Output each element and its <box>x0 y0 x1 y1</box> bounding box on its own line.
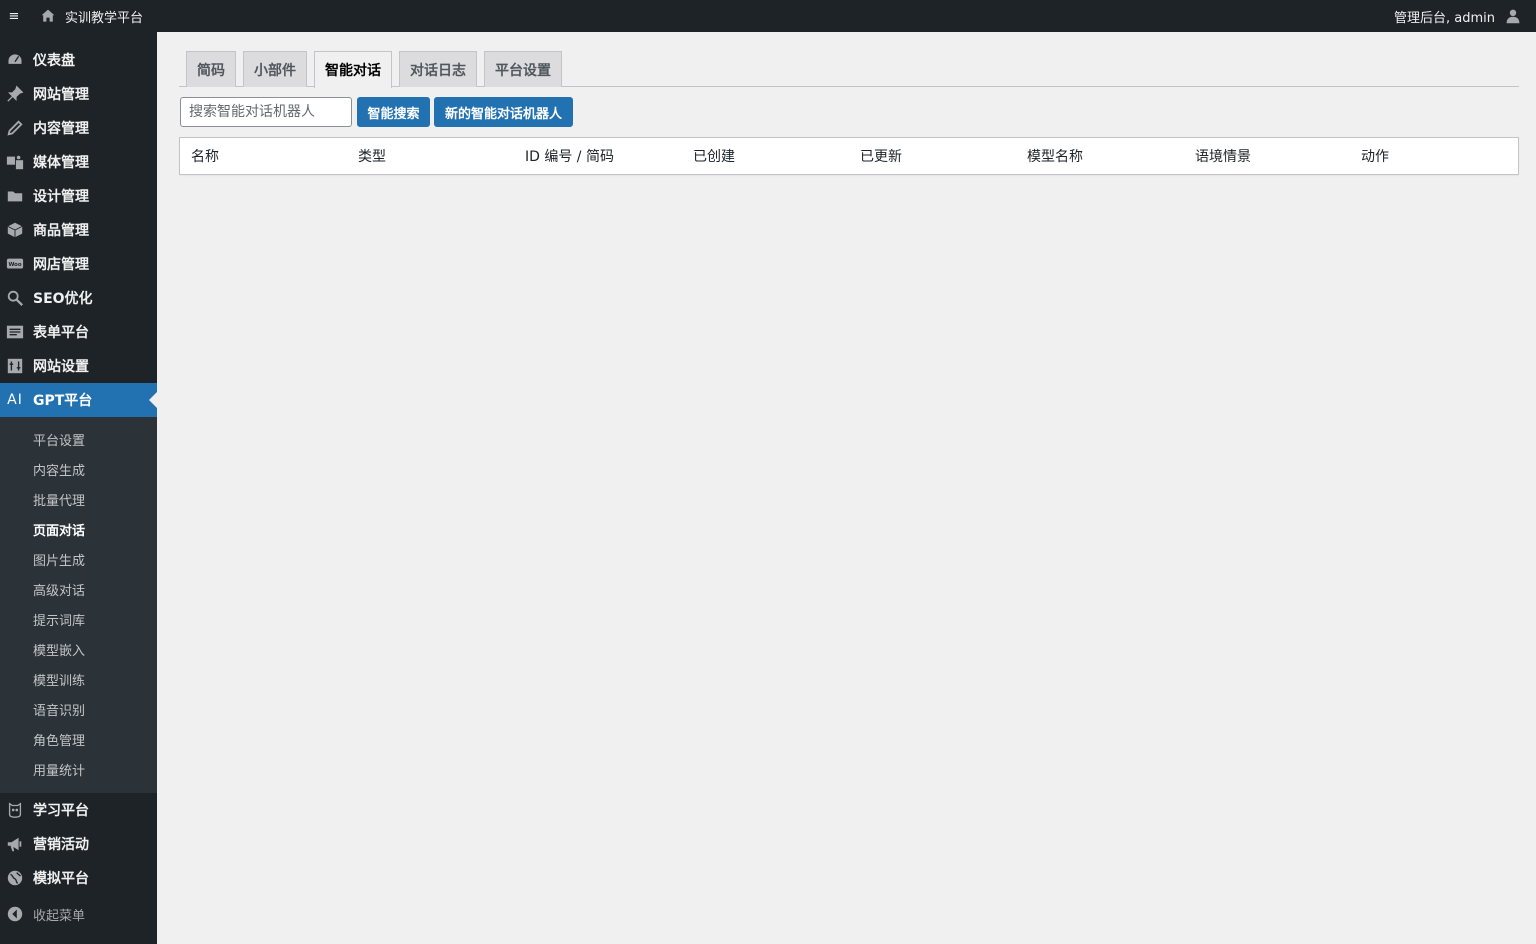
svg-text:Woo: Woo <box>8 262 21 268</box>
submenu-item-model-training[interactable]: 模型训练 <box>0 664 157 694</box>
home-icon[interactable] <box>40 8 56 24</box>
submenu-item-content-generation[interactable]: 内容生成 <box>0 454 157 484</box>
submenu-item-page-chat[interactable]: 页面对话 <box>0 514 157 544</box>
column-header-type[interactable]: 类型 <box>358 138 386 174</box>
sidebar-item-site[interactable]: 网站管理 <box>0 77 157 111</box>
collapse-arrow-icon <box>7 906 23 922</box>
submenu-item-usage-stats[interactable]: 用量统计 <box>0 754 157 784</box>
submenu-item-prompt-library[interactable]: 提示词库 <box>0 604 157 634</box>
submenu-item-platform-settings[interactable]: 平台设置 <box>0 424 157 454</box>
column-header-id-shortcode[interactable]: ID 编号 / 简码 <box>525 138 614 174</box>
new-chatbot-button[interactable]: 新的智能对话机器人 <box>434 97 573 127</box>
chatbot-table: 名称 类型 ID 编号 / 简码 已创建 已更新 模型名称 语境情景 动作 <box>179 137 1519 175</box>
column-header-created[interactable]: 已创建 <box>693 138 735 174</box>
form-icon <box>6 323 24 341</box>
sidebar-item-label: 仪表盘 <box>33 53 75 69</box>
account-area[interactable]: 管理后台, admin <box>1394 0 1536 32</box>
sidebar-item-forms[interactable]: 表单平台 <box>0 315 157 349</box>
tab-chat-logs[interactable]: 对话日志 <box>399 51 477 87</box>
media-icon <box>6 153 24 171</box>
column-header-updated[interactable]: 已更新 <box>860 138 902 174</box>
dashboard-icon <box>6 51 24 69</box>
collapse-menu-label: 收起菜单 <box>33 908 86 924</box>
admin-sidebar: 仪表盘 网站管理 内容管理 媒体管理 设计管理 商品管理 Woo 网店管理 SE… <box>0 32 157 944</box>
bot-search-input[interactable] <box>180 97 352 127</box>
site-name-link[interactable]: 实训教学平台 <box>65 7 143 26</box>
admin-bar: ≡ 实训教学平台 管理后台, admin <box>0 0 1536 32</box>
sidebar-item-label: 学习平台 <box>33 803 89 819</box>
ai-icon: AI <box>7 392 23 408</box>
tab-widgets[interactable]: 小部件 <box>243 51 307 87</box>
submenu-item-role-management[interactable]: 角色管理 <box>0 724 157 754</box>
sidebar-item-learning[interactable]: 学习平台 <box>0 793 157 827</box>
sidebar-item-label: 网站设置 <box>33 359 89 375</box>
sidebar-item-label: 媒体管理 <box>33 155 89 171</box>
submenu-item-image-generation[interactable]: 图片生成 <box>0 544 157 574</box>
column-header-actions[interactable]: 动作 <box>1361 138 1389 174</box>
owl-icon <box>6 801 24 819</box>
woo-icon: Woo <box>6 255 24 273</box>
submenu-item-advanced-chat[interactable]: 高级对话 <box>0 574 157 604</box>
sidebar-item-label: SEO优化 <box>33 291 93 307</box>
settings-icon <box>6 357 24 375</box>
sidebar-item-label: 营销活动 <box>33 837 89 853</box>
box-icon <box>6 221 24 239</box>
sidebar-item-label: 商品管理 <box>33 223 89 239</box>
menu-toggle-icon[interactable]: ≡ <box>0 0 28 32</box>
sidebar-item-label: 内容管理 <box>33 121 89 137</box>
submenu-item-batch-agent[interactable]: 批量代理 <box>0 484 157 514</box>
submenu-item-speech-recognition[interactable]: 语音识别 <box>0 694 157 724</box>
nav-tab-wrapper: 简码 小部件 智能对话 对话日志 平台设置 <box>179 50 1519 88</box>
gpt-submenu: 平台设置 内容生成 批量代理 页面对话 图片生成 高级对话 提示词库 模型嵌入 … <box>0 417 157 793</box>
collapse-menu-button[interactable]: 收起菜单 <box>0 897 157 931</box>
sidebar-item-products[interactable]: 商品管理 <box>0 213 157 247</box>
submenu-item-model-embedding[interactable]: 模型嵌入 <box>0 634 157 664</box>
tab-smart-chat[interactable]: 智能对话 <box>314 51 392 88</box>
column-header-name[interactable]: 名称 <box>191 138 219 174</box>
search-icon <box>6 289 24 307</box>
sidebar-item-label: 网店管理 <box>33 257 89 273</box>
sidebar-item-label: 模拟平台 <box>33 871 89 887</box>
account-greeting[interactable]: 管理后台, admin <box>1394 7 1495 26</box>
sidebar-item-marketing[interactable]: 营销活动 <box>0 827 157 861</box>
sidebar-item-content[interactable]: 内容管理 <box>0 111 157 145</box>
smart-search-button[interactable]: 智能搜索 <box>357 97 430 127</box>
column-header-context[interactable]: 语境情景 <box>1195 138 1251 174</box>
edit-icon <box>6 119 24 137</box>
sidebar-item-label: GPT平台 <box>33 393 93 409</box>
sidebar-item-label: 网站管理 <box>33 87 89 103</box>
pin-icon <box>6 85 24 103</box>
sidebar-item-gpt[interactable]: AI GPT平台 <box>0 383 157 417</box>
user-avatar-icon[interactable] <box>1505 8 1521 24</box>
megaphone-icon <box>6 835 24 853</box>
tab-platform-settings[interactable]: 平台设置 <box>484 51 562 87</box>
sidebar-item-design[interactable]: 设计管理 <box>0 179 157 213</box>
sidebar-item-settings[interactable]: 网站设置 <box>0 349 157 383</box>
sidebar-item-seo[interactable]: SEO优化 <box>0 281 157 315</box>
folder-icon <box>6 187 24 205</box>
tab-shortcodes[interactable]: 简码 <box>186 51 236 87</box>
sidebar-item-shop[interactable]: Woo 网店管理 <box>0 247 157 281</box>
sidebar-item-simulation[interactable]: 模拟平台 <box>0 861 157 895</box>
globe-icon <box>6 869 24 887</box>
sidebar-item-dashboard[interactable]: 仪表盘 <box>0 43 157 77</box>
column-header-model-name[interactable]: 模型名称 <box>1027 138 1083 174</box>
sidebar-item-label: 表单平台 <box>33 325 89 341</box>
sidebar-item-media[interactable]: 媒体管理 <box>0 145 157 179</box>
sidebar-item-label: 设计管理 <box>33 189 89 205</box>
